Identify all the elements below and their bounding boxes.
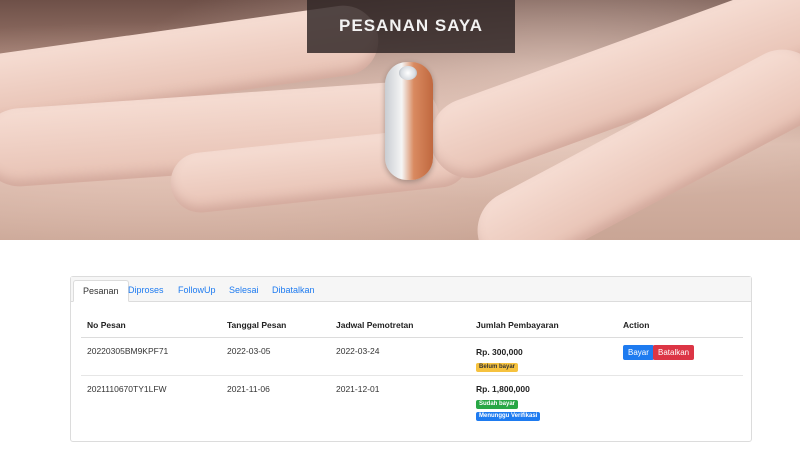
- pay-button[interactable]: Bayar: [623, 345, 654, 360]
- payment-status-badges: Sudah bayar: [476, 397, 519, 409]
- orders-card: Pesanan Diproses FollowUp Selesai Dibata…: [70, 276, 752, 442]
- order-no: 2021110670TY1LFW: [87, 384, 167, 394]
- hero-photo-ring: [385, 62, 433, 180]
- order-date: 2022-03-05: [227, 346, 271, 356]
- shoot-date: 2021-12-01: [336, 384, 380, 394]
- table-header-row: No Pesan Tanggal Pesan Jadwal Pemotretan…: [81, 311, 743, 338]
- payment-amount: Rp. 1,800,000: [476, 384, 530, 394]
- header-order-date: Tanggal Pesan: [227, 320, 287, 330]
- order-date: 2021-11-06: [227, 384, 270, 394]
- table-row: 2021110670TY1LFW 2021-11-06 2021-12-01 R…: [81, 376, 743, 421]
- table-row: 20220305BM9KPF71 2022-03-05 2022-03-24 R…: [81, 338, 743, 376]
- orders-table: No Pesan Tanggal Pesan Jadwal Pemotretan…: [81, 311, 743, 421]
- cancel-order-button[interactable]: Batalkan: [653, 345, 695, 360]
- order-no: 20220305BM9KPF71: [87, 346, 169, 356]
- status-badge-awaiting-verification: Menunggu Verifikasi: [476, 412, 541, 421]
- status-badge-unpaid: Belum bayar: [476, 363, 519, 372]
- payment-status-badges: Belum bayar: [476, 360, 519, 372]
- tab-followup[interactable]: FollowUp: [169, 280, 225, 301]
- page-title: PESANAN SAYA: [339, 15, 483, 35]
- tabs-bar: Pesanan Diproses FollowUp Selesai Dibata…: [71, 277, 751, 302]
- page-title-box: PESANAN SAYA: [307, 0, 515, 53]
- header-action: Action: [623, 320, 650, 330]
- header-order-no: No Pesan: [87, 320, 126, 330]
- ring-stone: [399, 66, 417, 80]
- status-badge-paid: Sudah bayar: [476, 400, 519, 409]
- header-shoot-date: Jadwal Pemotretan: [336, 320, 414, 330]
- tab-diproses[interactable]: Diproses: [119, 280, 173, 301]
- shoot-date: 2022-03-24: [336, 346, 380, 356]
- hero-banner: PESANAN SAYA: [0, 0, 800, 240]
- header-amount: Jumlah Pembayaran: [476, 320, 559, 330]
- payment-status-badges: Menunggu Verifikasi: [476, 409, 541, 421]
- payment-amount: Rp. 300,000: [476, 347, 523, 357]
- tab-dibatalkan[interactable]: Dibatalkan: [263, 280, 324, 301]
- tab-selesai[interactable]: Selesai: [220, 280, 268, 301]
